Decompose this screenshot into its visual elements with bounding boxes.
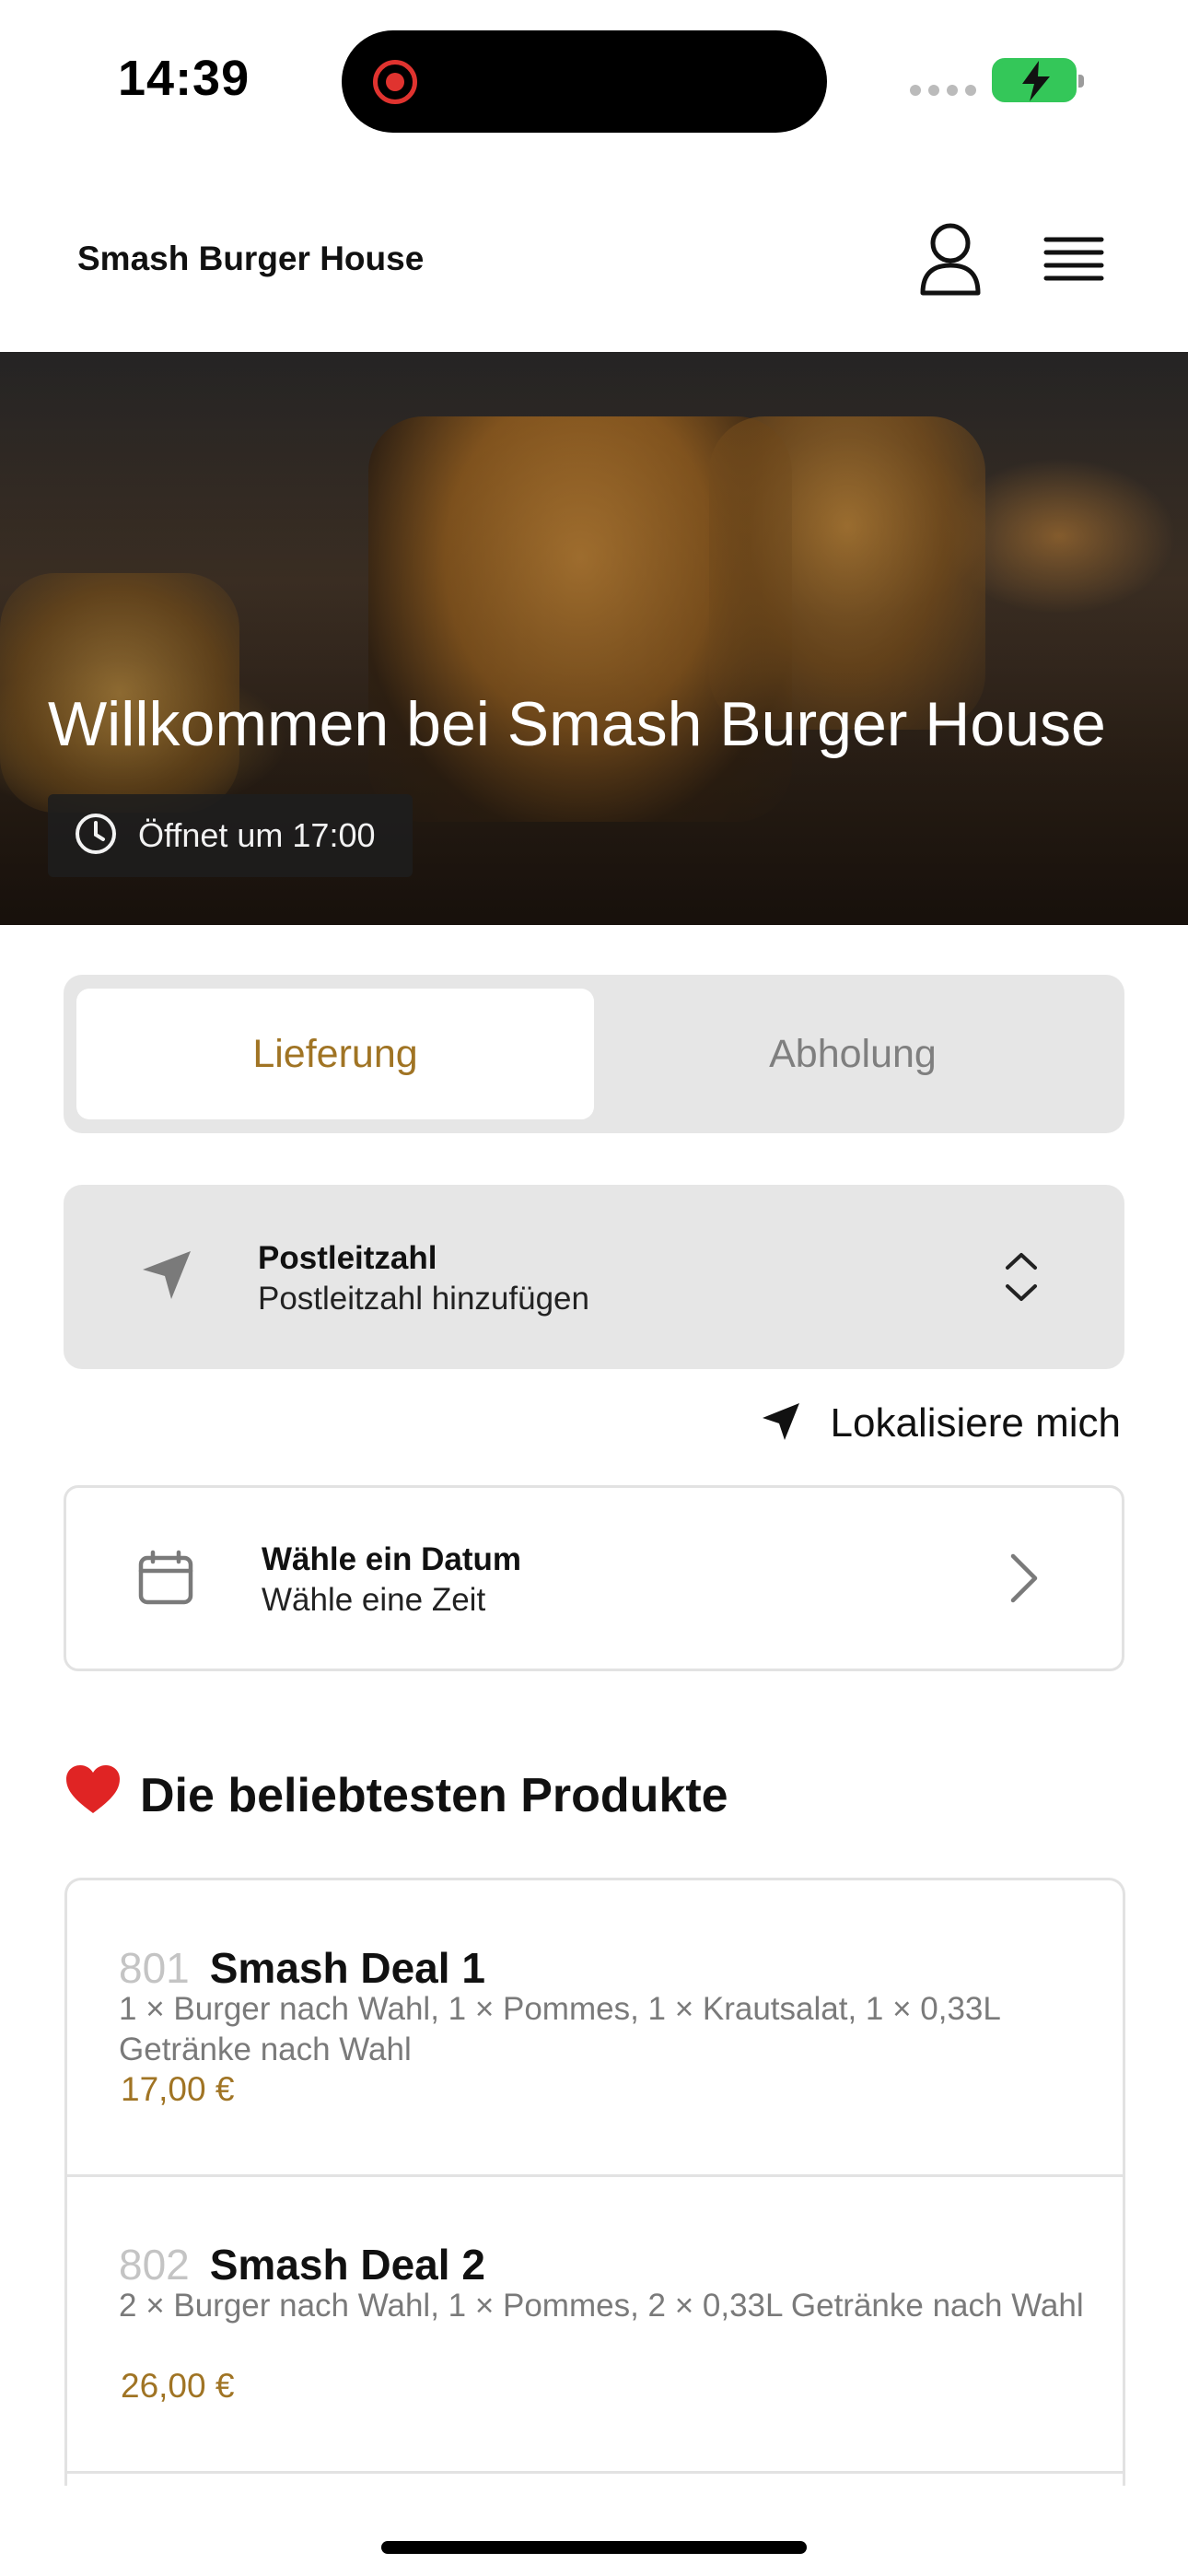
clock-icon bbox=[74, 812, 118, 861]
product-list: 801 Smash Deal 1 1 × Burger nach Wahl, 1… bbox=[64, 1878, 1125, 2486]
product-description: 1 × Burger nach Wahl, 1 × Pommes, 1 × Kr… bbox=[119, 1991, 1000, 2067]
locate-me-button[interactable]: Lokalisiere mich bbox=[761, 1400, 1121, 1446]
location-arrow-icon bbox=[761, 1401, 801, 1446]
chevron-right-icon bbox=[1007, 1552, 1041, 1609]
app-header: Smash Burger House bbox=[0, 166, 1188, 352]
product-card[interactable]: 801 Smash Deal 1 1 × Burger nach Wahl, 1… bbox=[67, 1880, 1123, 2177]
recording-icon bbox=[373, 60, 417, 104]
hero-title: Willkommen bei Smash Burger House bbox=[48, 689, 1106, 759]
order-mode-toggle: Lieferung Abholung bbox=[64, 975, 1124, 1133]
product-header: 801 Smash Deal 1 bbox=[119, 1943, 485, 1993]
home-indicator[interactable] bbox=[381, 2541, 807, 2554]
product-name: Smash Deal 2 bbox=[209, 2241, 485, 2289]
opening-hours-chip: Öffnet um 17:00 bbox=[48, 794, 413, 877]
section-title-text: Die beliebtesten Produkte bbox=[140, 1768, 728, 1822]
product-name: Smash Deal 1 bbox=[209, 1944, 485, 1992]
postal-code-value: Postleitzahl hinzufügen bbox=[258, 1281, 589, 1317]
user-icon[interactable] bbox=[915, 221, 985, 299]
product-card[interactable]: 802 Smash Deal 2 2 × Burger nach Wahl, 1… bbox=[67, 2177, 1123, 2474]
tab-pickup[interactable]: Abholung bbox=[594, 989, 1112, 1119]
date-label: Wähle ein Datum bbox=[262, 1541, 521, 1577]
tab-delivery[interactable]: Lieferung bbox=[76, 989, 594, 1119]
time-label: Wähle eine Zeit bbox=[262, 1582, 486, 1618]
postal-code-selector[interactable]: Postleitzahl Postleitzahl hinzufügen bbox=[64, 1185, 1124, 1369]
calendar-icon bbox=[136, 1549, 195, 1612]
postal-code-label: Postleitzahl bbox=[258, 1240, 437, 1276]
chevron-up-down-icon bbox=[1003, 1249, 1040, 1309]
status-bar: 14:39 bbox=[0, 0, 1188, 166]
hero-banner: Willkommen bei Smash Burger House Öffnet… bbox=[0, 352, 1188, 925]
heart-icon bbox=[64, 1763, 122, 1827]
signal-icon bbox=[910, 85, 976, 96]
product-price: 26,00 € bbox=[121, 2367, 235, 2405]
product-description: 2 × Burger nach Wahl, 1 × Pommes, 2 × 0,… bbox=[119, 2288, 1084, 2324]
date-time-picker[interactable]: Wähle ein Datum Wähle eine Zeit bbox=[64, 1485, 1124, 1671]
menu-icon[interactable] bbox=[1041, 227, 1107, 293]
status-time: 14:39 bbox=[118, 51, 250, 106]
product-price: 17,00 € bbox=[121, 2070, 235, 2108]
product-number: 802 bbox=[119, 2241, 190, 2289]
battery-charging-icon bbox=[992, 58, 1084, 102]
brand-name[interactable]: Smash Burger House bbox=[77, 240, 424, 278]
product-number: 801 bbox=[119, 1944, 190, 1992]
dynamic-island bbox=[342, 30, 827, 133]
navigation-arrow-icon bbox=[139, 1247, 194, 1307]
section-title: Die beliebtesten Produkte bbox=[64, 1763, 728, 1827]
opening-hours-text: Öffnet um 17:00 bbox=[138, 816, 376, 854]
locate-me-label: Lokalisiere mich bbox=[830, 1400, 1121, 1446]
product-header: 802 Smash Deal 2 bbox=[119, 2240, 485, 2289]
